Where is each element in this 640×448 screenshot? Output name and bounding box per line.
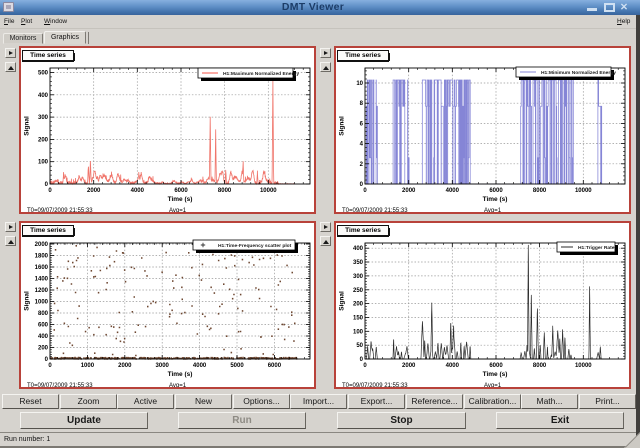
svg-text:50: 50	[356, 343, 363, 349]
svg-text:Avg=1: Avg=1	[169, 208, 187, 212]
svg-text:Signal: Signal	[24, 116, 31, 136]
svg-text:0: 0	[48, 363, 52, 369]
svg-text:Avg=1: Avg=1	[484, 383, 502, 387]
svg-text:2000: 2000	[402, 188, 416, 194]
svg-text:200: 200	[38, 137, 49, 143]
svg-text:0: 0	[48, 188, 52, 194]
svg-text:400: 400	[353, 246, 364, 252]
svg-text:300: 300	[38, 115, 49, 121]
svg-text:10000: 10000	[575, 188, 592, 194]
svg-text:Avg=1: Avg=1	[169, 383, 187, 387]
svg-text:1600: 1600	[35, 265, 49, 271]
svg-text:H1:Time-Frequency scatter plot: H1:Time-Frequency scatter plot	[218, 243, 292, 249]
svg-text:400: 400	[38, 334, 49, 340]
svg-text:800: 800	[38, 311, 49, 317]
svg-text:T0=09/07/2009 21:55:33: T0=09/07/2009 21:55:33	[27, 208, 93, 212]
svg-text:600: 600	[38, 323, 49, 329]
svg-text:2: 2	[360, 162, 364, 168]
svg-text:150: 150	[353, 316, 364, 322]
svg-text:500: 500	[38, 71, 49, 77]
svg-text:10000: 10000	[575, 363, 592, 369]
svg-text:T0=09/07/2009 21:55:33: T0=09/07/2009 21:55:33	[342, 208, 408, 212]
svg-text:T0=09/07/2009 21:55:33: T0=09/07/2009 21:55:33	[27, 383, 93, 387]
svg-text:6000: 6000	[174, 188, 188, 194]
svg-text:2000: 2000	[118, 363, 132, 369]
svg-text:1400: 1400	[35, 277, 49, 283]
svg-text:8000: 8000	[533, 363, 547, 369]
svg-text:6: 6	[360, 121, 364, 127]
svg-text:Signal: Signal	[339, 291, 346, 311]
svg-text:1200: 1200	[35, 288, 49, 294]
svg-text:8000: 8000	[533, 188, 547, 194]
svg-text:Time (s): Time (s)	[483, 196, 508, 203]
svg-text:100: 100	[38, 160, 49, 166]
svg-text:2000: 2000	[87, 188, 101, 194]
svg-text:300: 300	[353, 274, 364, 280]
svg-text:0: 0	[363, 363, 367, 369]
svg-text:1000: 1000	[35, 300, 49, 306]
svg-text:Signal: Signal	[339, 116, 346, 136]
svg-text:4000: 4000	[446, 363, 460, 369]
svg-text:H1:Maximum Normalized Energy: H1:Maximum Normalized Energy	[223, 71, 299, 77]
svg-text:Avg=1: Avg=1	[484, 208, 502, 212]
svg-text:1000: 1000	[81, 363, 95, 369]
svg-text:1800: 1800	[35, 254, 49, 260]
svg-text:4000: 4000	[193, 363, 207, 369]
svg-text:250: 250	[353, 288, 364, 294]
svg-text:10000: 10000	[260, 188, 277, 194]
svg-text:3000: 3000	[156, 363, 170, 369]
svg-text:Time (s): Time (s)	[483, 371, 508, 378]
svg-text:H1:Minimum Normalized Energy: H1:Minimum Normalized Energy	[541, 70, 616, 76]
svg-text:4000: 4000	[446, 188, 460, 194]
svg-text:Time (s): Time (s)	[168, 371, 193, 378]
svg-text:4: 4	[360, 142, 364, 148]
svg-text:100: 100	[353, 329, 364, 335]
svg-text:Signal: Signal	[24, 291, 31, 311]
svg-text:6000: 6000	[268, 363, 282, 369]
svg-text:2000: 2000	[402, 363, 416, 369]
svg-text:8: 8	[360, 101, 364, 107]
svg-text:H1:Trigger Rate: H1:Trigger Rate	[578, 245, 615, 251]
svg-text:0: 0	[363, 188, 367, 194]
svg-text:400: 400	[38, 93, 49, 99]
svg-text:200: 200	[38, 346, 49, 352]
svg-text:6000: 6000	[489, 363, 503, 369]
svg-text:5000: 5000	[230, 363, 244, 369]
svg-text:8000: 8000	[218, 188, 232, 194]
svg-text:350: 350	[353, 260, 364, 266]
svg-text:4000: 4000	[131, 188, 145, 194]
svg-text:2000: 2000	[35, 242, 49, 248]
svg-text:T0=09/07/2009 21:55:33: T0=09/07/2009 21:55:33	[342, 383, 408, 387]
svg-text:6000: 6000	[489, 188, 503, 194]
svg-text:10: 10	[356, 81, 363, 87]
svg-text:200: 200	[353, 302, 364, 308]
svg-text:Time (s): Time (s)	[168, 196, 193, 203]
